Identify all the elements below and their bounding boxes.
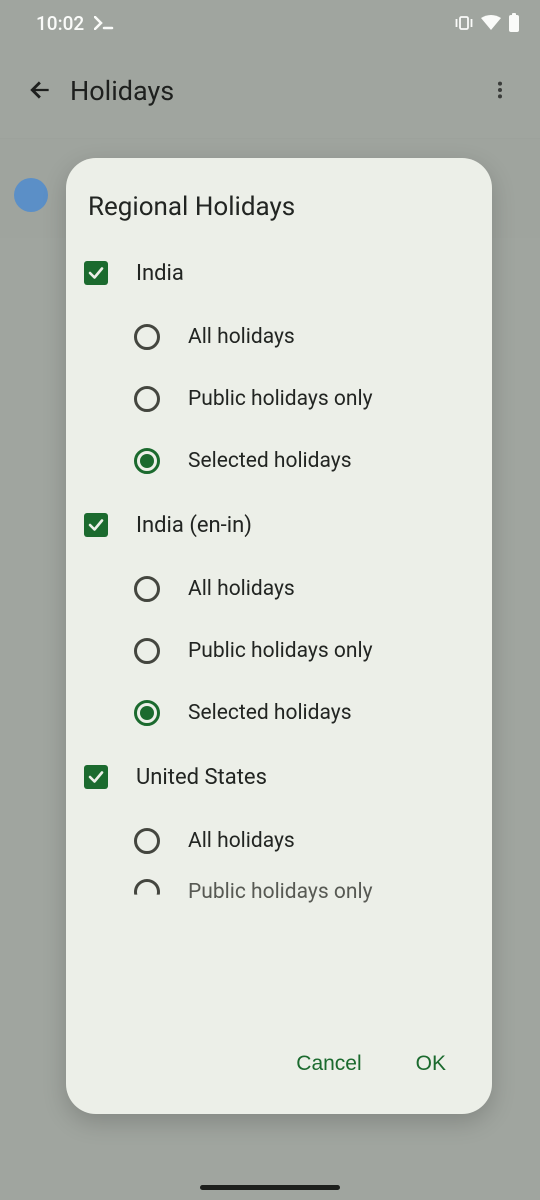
page-title: Holidays [70, 75, 476, 107]
option-all-holidays[interactable]: All holidays [134, 810, 484, 872]
option-label: Selected holidays [188, 449, 352, 473]
option-label: All holidays [188, 829, 295, 853]
status-time: 10:02 [36, 12, 84, 35]
scroll-fade [74, 986, 484, 1026]
radio-unchecked-icon [134, 324, 160, 350]
region-header[interactable]: India (en-in) [74, 492, 484, 558]
radio-checked-icon [134, 700, 160, 726]
option-selected-holidays[interactable]: Selected holidays [134, 682, 484, 744]
terminal-icon [94, 16, 114, 30]
radio-unchecked-icon [134, 879, 160, 905]
region-group: India (en-in) All holidays Public holida… [74, 492, 484, 744]
option-all-holidays[interactable]: All holidays [134, 558, 484, 620]
region-label: India [136, 261, 184, 286]
option-selected-holidays[interactable]: Selected holidays [134, 430, 484, 492]
gesture-nav-bar[interactable] [200, 1185, 340, 1190]
radio-unchecked-icon [134, 828, 160, 854]
region-label: India (en-in) [136, 513, 252, 538]
battery-icon [508, 13, 520, 33]
option-public-holidays[interactable]: Public holidays only [134, 872, 484, 912]
option-label: Public holidays only [188, 880, 373, 904]
option-label: Public holidays only [188, 387, 373, 411]
dialog-title: Regional Holidays [66, 158, 492, 234]
radio-checked-icon [134, 448, 160, 474]
overflow-menu-button[interactable] [476, 67, 524, 115]
checkbox-checked-icon[interactable] [84, 513, 108, 537]
app-bar: Holidays [0, 53, 540, 129]
region-group: United States All holidays Public holida… [74, 744, 484, 912]
checkbox-checked-icon[interactable] [84, 261, 108, 285]
calendar-color-dot [14, 178, 48, 212]
option-label: Public holidays only [188, 639, 373, 663]
option-public-holidays[interactable]: Public holidays only [134, 620, 484, 682]
region-header[interactable]: United States [74, 744, 484, 810]
back-button[interactable] [16, 67, 64, 115]
more-vert-icon [489, 79, 511, 104]
region-header[interactable]: India [74, 240, 484, 306]
status-bar: 10:02 [0, 0, 540, 46]
radio-unchecked-icon [134, 576, 160, 602]
dialog-actions: Cancel OK [66, 1026, 492, 1114]
dialog-body[interactable]: India All holidays Public holidays only … [66, 234, 492, 1026]
option-label: All holidays [188, 577, 295, 601]
vibrate-icon [454, 15, 474, 31]
region-label: United States [136, 765, 267, 790]
radio-unchecked-icon [134, 638, 160, 664]
regional-holidays-dialog: Regional Holidays India All holidays Pub… [66, 158, 492, 1114]
option-all-holidays[interactable]: All holidays [134, 306, 484, 368]
option-label: Selected holidays [188, 701, 352, 725]
checkbox-checked-icon[interactable] [84, 765, 108, 789]
radio-unchecked-icon [134, 386, 160, 412]
option-label: All holidays [188, 325, 295, 349]
cancel-button[interactable]: Cancel [280, 1042, 377, 1086]
region-group: India All holidays Public holidays only … [74, 240, 484, 492]
wifi-icon [480, 15, 502, 31]
ok-button[interactable]: OK [400, 1042, 462, 1086]
arrow-back-icon [27, 77, 53, 106]
option-public-holidays[interactable]: Public holidays only [134, 368, 484, 430]
